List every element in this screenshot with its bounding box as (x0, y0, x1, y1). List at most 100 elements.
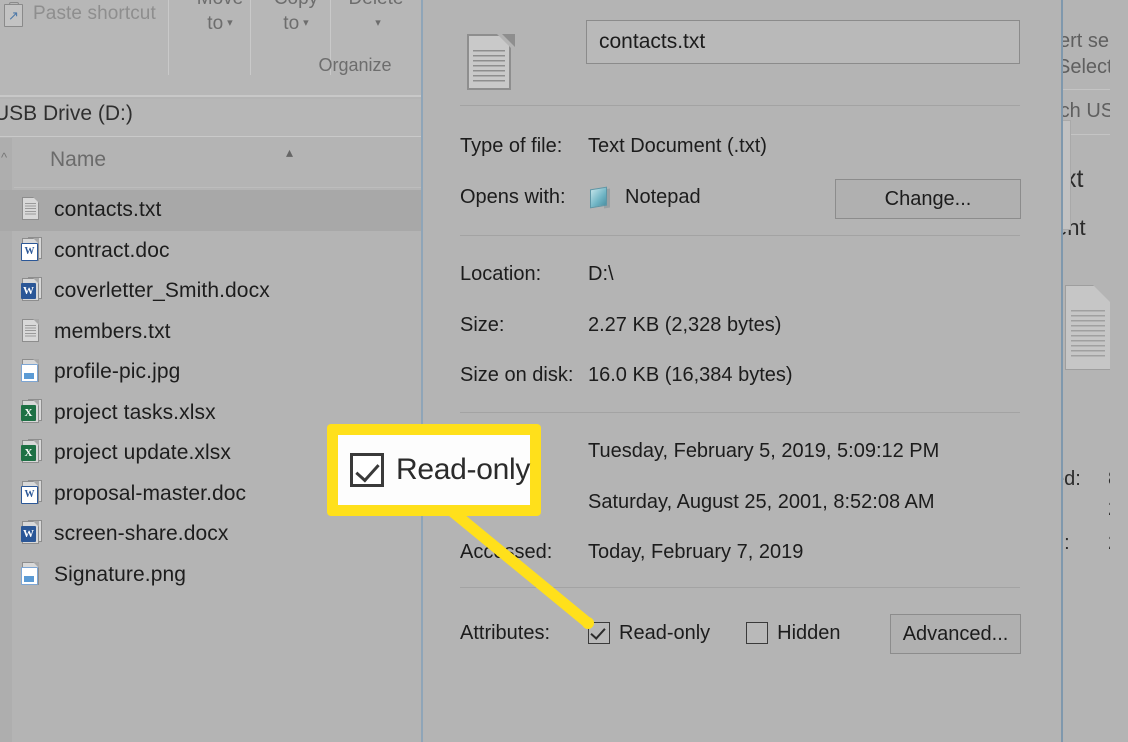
file-name-field[interactable]: contacts.txt (586, 20, 1020, 64)
chevron-collapse-icon: ^ (1, 150, 8, 165)
accessed-value: Today, February 7, 2019 (588, 540, 804, 563)
copy-to-button[interactable]: Copy to▾ (256, 0, 336, 39)
word-docx-icon: W (20, 277, 43, 305)
explorer-window-border-right (1061, 0, 1063, 742)
notepad-icon (588, 185, 614, 209)
readonly-callout-label: Read-only (396, 453, 531, 486)
image-file-icon (20, 358, 43, 386)
readonly-checkbox-label: Read-only (619, 621, 711, 644)
opens-with-value: Notepad (625, 185, 701, 208)
created-value: Tuesday, February 5, 2019, 5:09:12 PM (588, 439, 940, 462)
dialog-divider-1 (460, 105, 1020, 106)
excel-xlsx-icon: X (20, 398, 43, 427)
file-list: contacts.txt Wcontract.doc Wcoverletter_Sm… (0, 190, 422, 595)
delete-label-line1: Delete (349, 0, 404, 9)
readonly-callout-inner: Read-only (338, 435, 530, 505)
hidden-checkbox-wrap[interactable]: Hidden (746, 621, 841, 645)
file-name-label: Signature.png (54, 562, 187, 586)
file-name-label: project tasks.xlsx (54, 400, 216, 424)
explorer-window-border-left (421, 0, 423, 742)
copy-to-label-line2: to (283, 13, 300, 34)
chevron-down-icon: ▾ (375, 17, 381, 29)
size-on-disk-value: 16.0 KB (16,384 bytes) (588, 363, 793, 386)
organize-group-title: Organize (318, 55, 392, 75)
drive-label: USB Drive (D:) (0, 102, 133, 125)
type-of-file-value: Text Document (.txt) (588, 134, 767, 157)
file-row[interactable]: profile-pic.jpg (0, 352, 422, 393)
accessed-label: Accessed: (460, 540, 553, 563)
file-row[interactable]: Wcoverletter_Smith.docx (0, 271, 422, 312)
organize-group: Move to▾ Copy to▾ Delete ▾ Organize (170, 0, 422, 97)
dialog-body: contacts.txt Type of file: Text Document… (437, 2, 1061, 742)
text-document-icon (467, 34, 515, 94)
readonly-checkbox-wrap[interactable]: Read-only (588, 622, 710, 645)
file-name-label: screen-share.docx (54, 522, 229, 546)
word-doc-icon: W (20, 479, 43, 508)
property-row-attributes: Attributes: Read-only Hidden (460, 616, 841, 650)
word-docx-icon: W (20, 520, 43, 548)
file-name-label: project update.xlsx (54, 441, 231, 465)
file-row[interactable]: Wcontract.doc (0, 231, 422, 272)
location-value: D:\ (588, 262, 614, 285)
move-to-button[interactable]: Move to▾ (180, 0, 260, 39)
chevron-down-icon: ▾ (303, 17, 309, 29)
column-divider (14, 187, 422, 188)
property-row-size-on-disk: Size on disk: 16.0 KB (16,384 bytes) (460, 358, 793, 392)
paste-shortcut-button[interactable]: ↗ Paste shortcut (0, 2, 170, 27)
readonly-callout: Read-only (327, 424, 541, 516)
file-name-label: contract.doc (54, 238, 170, 262)
dialog-divider-3 (460, 412, 1020, 413)
file-name-label: contacts.txt (54, 198, 162, 222)
property-row-location: Location: D:\ (460, 257, 614, 291)
file-row[interactable]: Wscreen-share.docx (0, 514, 422, 555)
file-row[interactable]: Signature.png (0, 555, 422, 596)
file-row[interactable]: contacts.txt (0, 190, 422, 231)
right-mini-panel (1063, 120, 1071, 230)
file-name-label: members.txt (54, 319, 171, 343)
screen-right-edge (1110, 0, 1128, 742)
file-name-label: profile-pic.jpg (54, 360, 181, 384)
file-name-label: coverletter_Smith.docx (54, 279, 270, 303)
ribbon-toolbar: ↗ Paste shortcut Move to▾ Copy to▾ Delet… (0, 0, 422, 97)
attributes-label: Attributes: (460, 621, 551, 644)
column-header-label: Name (50, 148, 107, 171)
clipboard-shortcut-icon: ↗ (2, 2, 24, 27)
file-name-label: proposal-master.doc (54, 481, 247, 505)
text-file-icon (20, 318, 43, 346)
address-bar[interactable]: USB Drive (D:) (0, 99, 422, 137)
hidden-checkbox[interactable] (746, 622, 769, 644)
size-value: 2.27 KB (2,328 bytes) (588, 313, 782, 336)
readonly-checkbox[interactable] (588, 622, 610, 644)
chevron-down-icon: ▾ (227, 17, 233, 29)
copy-to-label-line1: Copy (274, 0, 318, 9)
file-row[interactable]: members.txt (0, 312, 422, 353)
hidden-checkbox-label: Hidden (777, 621, 841, 644)
property-row-opens-with: Opens with: Notepad (460, 180, 701, 214)
ribbon-divider (168, 0, 169, 75)
change-button[interactable]: Change... (835, 179, 1021, 219)
property-row-size: Size: 2.27 KB (2,328 bytes) (460, 308, 781, 342)
property-row-type: Type of file: Text Document (.txt) (460, 129, 767, 163)
property-row-accessed: Accessed: Today, February 7, 2019 (460, 535, 803, 569)
location-label: Location: (460, 262, 542, 285)
excel-xlsx-icon: X (20, 439, 43, 467)
dialog-divider-4 (460, 587, 1020, 588)
move-to-label-line1: Move (197, 0, 243, 9)
dialog-divider-2 (460, 235, 1020, 236)
size-on-disk-label: Size on disk: (460, 363, 574, 386)
file-preview-thumbnail (1065, 285, 1111, 370)
modified-value: Saturday, August 25, 2001, 8:52:08 AM (588, 490, 935, 513)
column-header-name[interactable]: ▴ Name (14, 138, 422, 188)
text-file-icon (20, 196, 43, 224)
opens-with-label: Opens with: (460, 185, 566, 208)
screen-root: ↗ Paste shortcut Move to▾ Copy to▾ Delet… (0, 0, 1128, 742)
move-to-label-line2: to (207, 13, 224, 34)
word-doc-icon: W (20, 236, 43, 265)
readonly-callout-checkbox-icon (350, 453, 384, 487)
delete-button[interactable]: Delete ▾ (336, 0, 416, 39)
image-file-icon (20, 561, 43, 589)
file-properties-dialog: Details contacts.txt Type of file: Text … (437, 0, 1061, 742)
advanced-button[interactable]: Advanced... (890, 614, 1021, 654)
type-of-file-label: Type of file: (460, 134, 563, 157)
chevron-up-icon: ▴ (286, 145, 294, 161)
